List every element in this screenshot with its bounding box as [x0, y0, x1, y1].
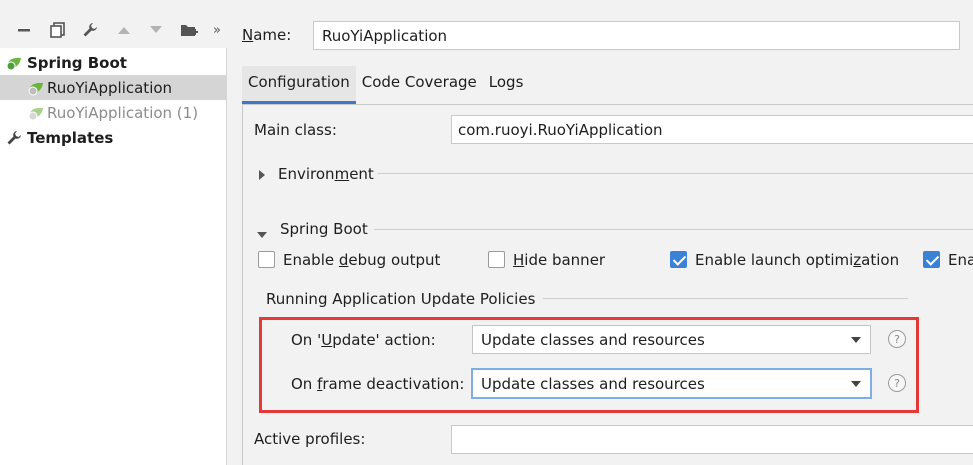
name-label-rest: ame:	[253, 26, 292, 44]
name-field[interactable]: RuoYiApplication	[313, 21, 960, 50]
tab-bar: Configuration Code Coverage Logs	[242, 66, 529, 104]
tree-item-ruoyiapplication[interactable]: RuoYiApplication	[0, 75, 227, 100]
tree-item-label: RuoYiApplication	[47, 78, 173, 97]
main-class-label: Main class:	[254, 121, 337, 139]
tree-item-templates[interactable]: Templates	[0, 125, 227, 150]
active-profiles-label: Active profiles:	[254, 430, 366, 448]
main-class-value: com.ruoyi.RuoYiApplication	[458, 120, 663, 139]
environment-separator	[378, 173, 973, 174]
main-class-field[interactable]: com.ruoyi.RuoYiApplication	[451, 115, 973, 144]
environment-label[interactable]: Environment	[278, 165, 374, 183]
spring-app-icon	[25, 103, 47, 123]
spring-boot-collapse-icon[interactable]	[257, 224, 267, 242]
tree-item-label: Templates	[27, 128, 114, 147]
active-profiles-field[interactable]	[451, 425, 973, 454]
tree-item-label: RuoYiApplication (1)	[47, 103, 199, 122]
wrench-icon[interactable]	[80, 20, 100, 40]
tab-code-coverage[interactable]: Code Coverage	[356, 66, 483, 104]
tab-logs[interactable]: Logs	[483, 66, 530, 104]
hide-banner-label[interactable]: Hide banner	[513, 251, 605, 269]
update-policies-title: Running Application Update Policies	[266, 290, 536, 308]
minus-icon[interactable]	[14, 20, 34, 40]
configurations-toolbar: »	[0, 0, 227, 48]
tree-item-ruoyiapplication-1[interactable]: RuoYiApplication (1)	[0, 100, 227, 125]
enable-launch-optimization-label[interactable]: Enable launch optimization	[695, 251, 899, 269]
enable-debug-output-checkbox[interactable]	[258, 251, 275, 268]
hide-banner-checkbox[interactable]	[488, 251, 505, 268]
tree-item-spring-boot[interactable]: Spring Boot	[0, 50, 227, 75]
spring-boot-icon	[3, 53, 25, 73]
highlight-box	[259, 317, 919, 413]
wrench-icon	[3, 128, 25, 148]
enable-launch-optimization-checkbox[interactable]	[670, 251, 687, 268]
arrow-down-icon[interactable]	[146, 20, 166, 40]
add-folder-icon[interactable]	[178, 20, 200, 40]
spring-app-icon	[25, 78, 47, 98]
enable-jmx-label[interactable]: Ena	[948, 251, 973, 269]
tree-item-label: Spring Boot	[27, 53, 127, 72]
name-label: Name:	[242, 26, 292, 44]
update-policies-separator	[543, 298, 908, 299]
spring-boot-section-label[interactable]: Spring Boot	[280, 220, 368, 238]
name-value: RuoYiApplication	[322, 26, 448, 45]
arrow-up-icon[interactable]	[114, 20, 134, 40]
environment-expand-icon[interactable]	[259, 166, 265, 184]
configurations-panel: » Spring Boot RuoYiApplication RuoYiAppl…	[0, 0, 227, 465]
enable-debug-output-label[interactable]: Enable debug output	[283, 251, 440, 269]
enable-jmx-checkbox[interactable]	[923, 251, 940, 268]
spring-boot-separator	[374, 229, 973, 230]
more-icon[interactable]: »	[210, 20, 224, 40]
copy-icon[interactable]	[48, 20, 68, 40]
tab-configuration[interactable]: Configuration	[242, 66, 356, 104]
